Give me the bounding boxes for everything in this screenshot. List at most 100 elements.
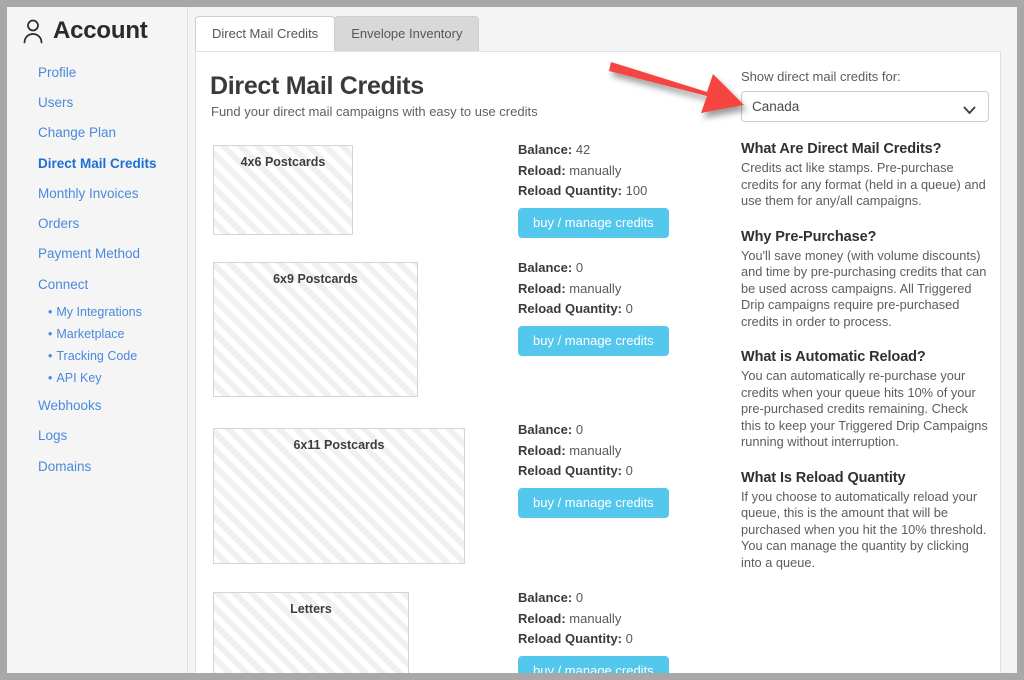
page-title-account: Account bbox=[53, 17, 148, 45]
reload-line: Reload: manually bbox=[518, 441, 669, 462]
reload-line: Reload: manually bbox=[518, 609, 669, 630]
sidebar-subitem-label: Marketplace bbox=[56, 327, 124, 341]
sidebar-item-users[interactable]: Users bbox=[7, 88, 187, 118]
credit-info: Balance: 0 Reload: manually Reload Quant… bbox=[518, 420, 669, 518]
reload-quantity-line: Reload Quantity: 0 bbox=[518, 461, 669, 482]
balance-value: 0 bbox=[576, 260, 583, 275]
reload-quantity-label: Reload Quantity: bbox=[518, 183, 622, 198]
sidebar-nav: Profile Users Change Plan Direct Mail Cr… bbox=[7, 58, 187, 482]
reload-value: manually bbox=[569, 611, 621, 626]
page-subtitle: Fund your direct mail campaigns with eas… bbox=[211, 104, 538, 119]
credit-info: Balance: 0 Reload: manually Reload Quant… bbox=[518, 258, 669, 356]
reload-label: Reload: bbox=[518, 443, 566, 458]
right-panel: Show direct mail credits for: Canada Wha… bbox=[741, 69, 989, 571]
faq-body: Credits act like stamps. Pre-purchase cr… bbox=[741, 160, 989, 210]
reload-quantity-label: Reload Quantity: bbox=[518, 463, 622, 478]
sidebar-subitem-label: My Integrations bbox=[56, 305, 141, 319]
faq-item: What Is Reload Quantity If you choose to… bbox=[741, 470, 989, 572]
bullet-icon: • bbox=[48, 347, 52, 365]
credit-thumbnail: Letters bbox=[213, 592, 409, 673]
credit-info: Balance: 42 Reload: manually Reload Quan… bbox=[518, 140, 669, 238]
country-select[interactable]: Canada bbox=[741, 91, 989, 122]
country-select-wrapper: Canada bbox=[741, 91, 989, 122]
faq-item: What is Automatic Reload? You can automa… bbox=[741, 349, 989, 451]
sidebar-item-orders[interactable]: Orders bbox=[7, 209, 187, 239]
bullet-icon: • bbox=[48, 303, 52, 321]
faq-body: If you choose to automatically reload yo… bbox=[741, 489, 989, 572]
reload-quantity-line: Reload Quantity: 0 bbox=[518, 299, 669, 320]
sidebar-subitem-label: API Key bbox=[56, 371, 101, 385]
balance-line: Balance: 0 bbox=[518, 420, 669, 441]
credit-format-label: 6x11 Postcards bbox=[214, 438, 464, 452]
credit-thumbnail: 4x6 Postcards bbox=[213, 145, 353, 235]
sidebar-item-direct-mail-credits[interactable]: Direct Mail Credits bbox=[7, 149, 187, 179]
reload-label: Reload: bbox=[518, 281, 566, 296]
tab-direct-mail-credits[interactable]: Direct Mail Credits bbox=[195, 16, 335, 51]
reload-label: Reload: bbox=[518, 611, 566, 626]
reload-value: manually bbox=[569, 443, 621, 458]
sidebar-subitem-api-key[interactable]: • API Key bbox=[7, 367, 187, 389]
reload-quantity-line: Reload Quantity: 0 bbox=[518, 629, 669, 650]
sidebar: Account Profile Users Change Plan Direct… bbox=[7, 7, 188, 673]
faq-heading: What Are Direct Mail Credits? bbox=[741, 141, 989, 157]
bullet-icon: • bbox=[48, 325, 52, 343]
buy-manage-credits-button[interactable]: buy / manage credits bbox=[518, 208, 669, 238]
reload-line: Reload: manually bbox=[518, 161, 669, 182]
reload-quantity-value: 100 bbox=[626, 183, 648, 198]
buy-manage-credits-button[interactable]: buy / manage credits bbox=[518, 488, 669, 518]
sidebar-item-change-plan[interactable]: Change Plan bbox=[7, 118, 187, 148]
balance-line: Balance: 0 bbox=[518, 588, 669, 609]
content-card: Direct Mail Credits Fund your direct mai… bbox=[195, 51, 1001, 673]
balance-label: Balance: bbox=[518, 142, 572, 157]
sidebar-subitem-marketplace[interactable]: • Marketplace bbox=[7, 323, 187, 345]
credit-format-label: 4x6 Postcards bbox=[214, 155, 352, 169]
buy-manage-credits-button[interactable]: buy / manage credits bbox=[518, 326, 669, 356]
country-select-label: Show direct mail credits for: bbox=[741, 69, 989, 84]
reload-value: manually bbox=[569, 163, 621, 178]
sidebar-subitem-label: Tracking Code bbox=[56, 349, 137, 363]
faq-body: You'll save money (with volume discounts… bbox=[741, 248, 989, 331]
sidebar-item-profile[interactable]: Profile bbox=[7, 58, 187, 88]
faq-item: What Are Direct Mail Credits? Credits ac… bbox=[741, 141, 989, 210]
sidebar-subitem-tracking-code[interactable]: • Tracking Code bbox=[7, 345, 187, 367]
faq-item: Why Pre-Purchase? You'll save money (wit… bbox=[741, 229, 989, 331]
tab-bar: Direct Mail Credits Envelope Inventory bbox=[195, 16, 479, 51]
sidebar-item-domains[interactable]: Domains bbox=[7, 452, 187, 482]
sidebar-item-payment-method[interactable]: Payment Method bbox=[7, 239, 187, 269]
reload-value: manually bbox=[569, 281, 621, 296]
reload-quantity-label: Reload Quantity: bbox=[518, 631, 622, 646]
buy-manage-credits-button[interactable]: buy / manage credits bbox=[518, 656, 669, 674]
credit-thumbnail: 6x9 Postcards bbox=[213, 262, 418, 397]
sidebar-item-monthly-invoices[interactable]: Monthly Invoices bbox=[7, 179, 187, 209]
user-icon bbox=[21, 18, 45, 44]
credit-format-label: Letters bbox=[214, 602, 408, 616]
tab-envelope-inventory[interactable]: Envelope Inventory bbox=[334, 16, 479, 51]
credit-info: Balance: 0 Reload: manually Reload Quant… bbox=[518, 588, 669, 673]
reload-label: Reload: bbox=[518, 163, 566, 178]
sidebar-subitem-my-integrations[interactable]: • My Integrations bbox=[7, 301, 187, 323]
faq-heading: What Is Reload Quantity bbox=[741, 470, 989, 486]
balance-value: 0 bbox=[576, 422, 583, 437]
faq-heading: Why Pre-Purchase? bbox=[741, 229, 989, 245]
credit-thumbnail: 6x11 Postcards bbox=[213, 428, 465, 564]
account-header: Account bbox=[7, 7, 187, 55]
reload-quantity-value: 0 bbox=[626, 463, 633, 478]
balance-label: Balance: bbox=[518, 422, 572, 437]
balance-value: 0 bbox=[576, 590, 583, 605]
page-title: Direct Mail Credits bbox=[210, 72, 424, 101]
sidebar-item-logs[interactable]: Logs bbox=[7, 421, 187, 451]
reload-quantity-value: 0 bbox=[626, 631, 633, 646]
faq-body: You can automatically re-purchase your c… bbox=[741, 368, 989, 451]
reload-line: Reload: manually bbox=[518, 279, 669, 300]
balance-line: Balance: 0 bbox=[518, 258, 669, 279]
reload-quantity-label: Reload Quantity: bbox=[518, 301, 622, 316]
credit-format-label: 6x9 Postcards bbox=[214, 272, 417, 286]
browser-viewport: Account Profile Users Change Plan Direct… bbox=[7, 7, 1017, 673]
balance-label: Balance: bbox=[518, 260, 572, 275]
bullet-icon: • bbox=[48, 369, 52, 387]
faq-heading: What is Automatic Reload? bbox=[741, 349, 989, 365]
sidebar-item-connect[interactable]: Connect bbox=[7, 270, 187, 300]
balance-label: Balance: bbox=[518, 590, 572, 605]
reload-quantity-value: 0 bbox=[626, 301, 633, 316]
sidebar-item-webhooks[interactable]: Webhooks bbox=[7, 391, 187, 421]
